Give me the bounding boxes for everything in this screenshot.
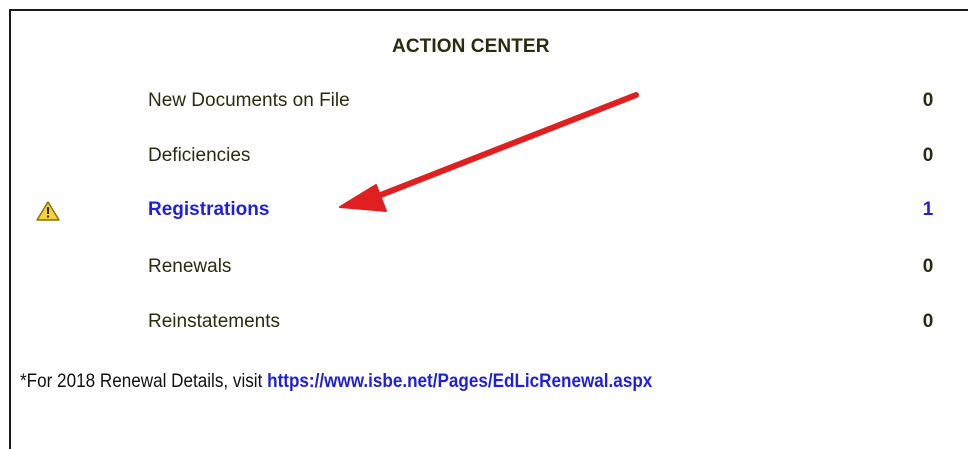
renewal-footer: *For 2018 Renewal Details, visit https:/… <box>20 371 652 393</box>
renewal-link[interactable]: https://www.isbe.net/Pages/EdLicRenewal.… <box>267 371 652 392</box>
row-count-renewals: 0 <box>922 256 934 277</box>
row-count-reinstatements: 0 <box>922 311 934 332</box>
row-count-new-documents: 0 <box>922 90 934 111</box>
row-label-deficiencies[interactable]: Deficiencies <box>148 145 250 167</box>
row-label-new-documents[interactable]: New Documents on File <box>148 90 350 112</box>
row-label-registrations[interactable]: Registrations <box>148 199 269 221</box>
row-count-registrations[interactable]: 1 <box>921 199 935 221</box>
action-center-title: ACTION CENTER <box>392 36 550 57</box>
footer-text: *For 2018 Renewal Details, visit <box>20 371 268 392</box>
warning-icon <box>36 201 60 221</box>
row-label-renewals[interactable]: Renewals <box>148 256 231 278</box>
row-count-deficiencies: 0 <box>922 145 934 166</box>
row-label-reinstatements[interactable]: Reinstatements <box>148 311 280 333</box>
